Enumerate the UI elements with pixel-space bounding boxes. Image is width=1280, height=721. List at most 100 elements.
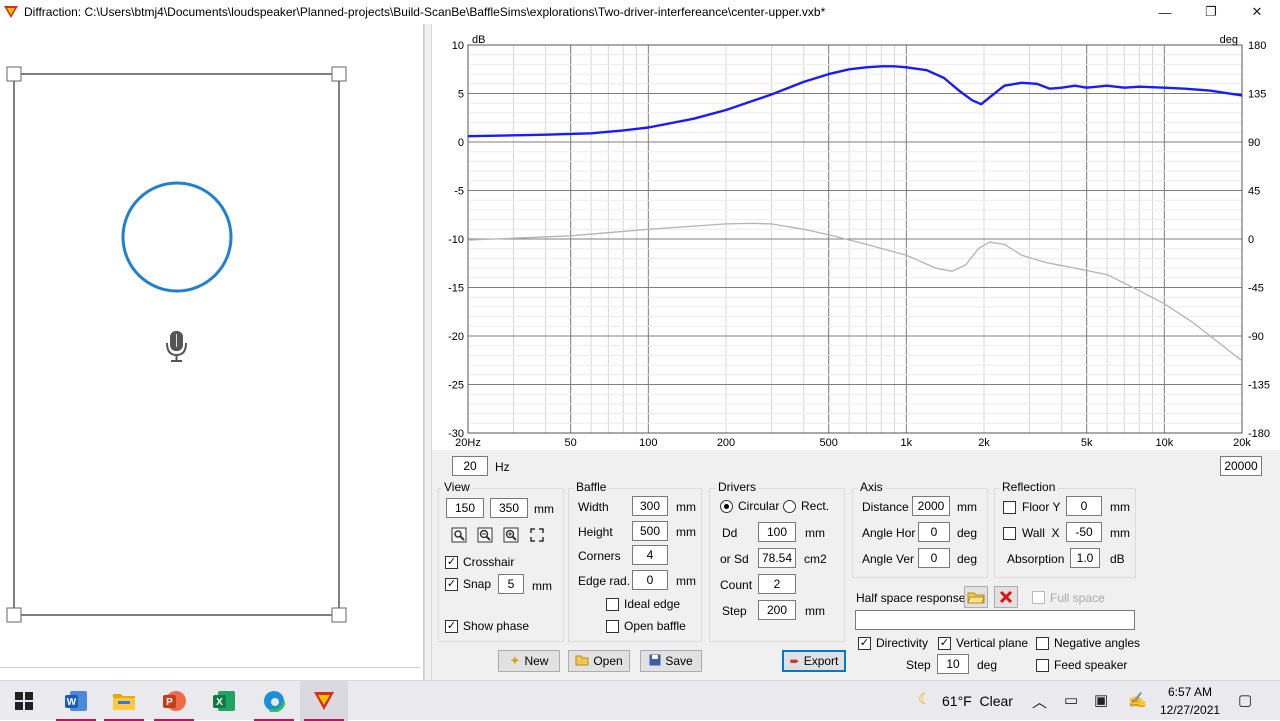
y-tick-label: -5 — [454, 186, 464, 198]
taskbar-edge[interactable] — [250, 681, 298, 721]
distance-unit: mm — [957, 500, 977, 514]
close-button[interactable]: ✕ — [1234, 0, 1280, 24]
driver-step-input[interactable]: 200 — [758, 600, 796, 620]
volume-icon[interactable]: ▣ — [1094, 691, 1108, 709]
taskbar-powerpoint[interactable]: P — [150, 681, 198, 721]
crosshair-checkbox[interactable]: ✓ — [445, 556, 458, 569]
baffle-handle-bottom-right[interactable] — [331, 607, 347, 623]
new-button[interactable]: ✦ New — [498, 650, 560, 672]
phase-tick-label: -45 — [1248, 283, 1264, 295]
view-width-input[interactable]: 150 — [446, 498, 484, 518]
pen-icon[interactable]: ✍ — [1128, 691, 1147, 709]
ideal-edge-checkbox[interactable] — [606, 598, 619, 611]
open-button[interactable]: Open — [568, 650, 630, 672]
save-button[interactable]: Save — [640, 650, 702, 672]
angle-hor-label: Angle Hor — [862, 526, 916, 540]
angle-ver-unit: deg — [957, 552, 978, 566]
dd-unit: mm — [805, 526, 825, 540]
baffle-width-input[interactable]: 300 — [632, 496, 668, 516]
zoom-in-icon[interactable] — [502, 526, 520, 544]
y-tick-label: 5 — [458, 89, 464, 101]
zoom-fit-all-icon[interactable] — [528, 526, 546, 544]
dd-input[interactable]: 100 — [758, 522, 796, 542]
baffle-height-input[interactable]: 500 — [632, 521, 668, 541]
rect-label: Rect. — [801, 499, 830, 513]
app-logo-icon — [4, 6, 18, 18]
microphone-icon[interactable] — [166, 331, 187, 362]
sd-input[interactable]: 78.54 — [758, 548, 796, 568]
phase-curve — [467, 222, 1243, 362]
full-space-checkbox — [1032, 591, 1045, 604]
negative-angles-checkbox[interactable] — [1036, 637, 1049, 650]
reflection-group-title: Reflection — [1000, 480, 1058, 494]
chevron-up-icon[interactable]: ︿ — [1032, 691, 1047, 712]
word-icon: W — [65, 691, 87, 711]
taskbar-excel[interactable]: X — [200, 681, 248, 721]
baffle-editor-canvas[interactable] — [0, 24, 424, 680]
view-group-title: View — [442, 480, 472, 494]
x-tick-label: 50 — [565, 437, 577, 449]
show-phase-checkbox[interactable]: ✓ — [445, 620, 458, 633]
notification-icon[interactable]: ▢ — [1238, 691, 1252, 709]
weather-icon[interactable]: ☾ — [918, 690, 931, 708]
maximize-button[interactable]: ❐ — [1188, 0, 1234, 24]
absorption-unit: dB — [1110, 552, 1125, 566]
view-height-input[interactable]: 350 — [490, 498, 528, 518]
directivity-step-label: Step — [906, 658, 931, 672]
absorption-input[interactable]: 1.0 — [1070, 548, 1100, 568]
frequency-response-graph[interactable]: 1050-5-10-15-20-25-3018013590450-45-90-1… — [432, 24, 1280, 450]
vertical-plane-checkbox[interactable]: ✓ — [938, 637, 951, 650]
edge-rad-input[interactable]: 0 — [632, 570, 668, 590]
zoom-out-icon[interactable] — [476, 526, 494, 544]
feed-speaker-checkbox[interactable] — [1036, 659, 1049, 672]
wall-label: Wall X — [1022, 526, 1060, 540]
clock-time[interactable]: 6:57 AM — [1168, 685, 1212, 699]
distance-input[interactable]: 2000 — [912, 496, 950, 516]
edge-browser-icon — [263, 690, 285, 712]
weather-text[interactable]: 61°F Clear — [942, 693, 1013, 709]
directivity-step-input[interactable]: 10 — [937, 654, 969, 674]
circular-radio[interactable] — [720, 500, 733, 513]
start-button[interactable] — [0, 681, 48, 721]
y-axis-unit-label: dB — [472, 34, 485, 46]
clock-date[interactable]: 12/27/2021 — [1160, 703, 1220, 717]
angle-hor-input[interactable]: 0 — [918, 522, 950, 542]
network-icon[interactable]: ▭ — [1064, 691, 1078, 709]
directivity-checkbox[interactable]: ✓ — [858, 637, 871, 650]
distance-label: Distance — [862, 500, 909, 514]
half-space-file-input[interactable] — [855, 610, 1135, 630]
snap-input[interactable]: 5 — [498, 574, 524, 594]
angle-ver-input[interactable]: 0 — [918, 548, 950, 568]
floor-input[interactable]: 0 — [1066, 496, 1102, 516]
freq-max-input[interactable]: 20000 — [1220, 456, 1262, 476]
wall-unit: mm — [1110, 526, 1130, 540]
splitter-handle[interactable] — [424, 24, 432, 680]
zoom-fit-width-icon[interactable] — [450, 526, 468, 544]
edge-rad-unit: mm — [676, 574, 696, 588]
taskbar-word[interactable]: W — [52, 681, 100, 721]
driver-circle[interactable] — [121, 181, 233, 293]
baffle-handle-top-right[interactable] — [331, 66, 347, 82]
axis-group-title: Axis — [858, 480, 885, 494]
taskbar-file-explorer[interactable] — [100, 681, 148, 721]
baffle-handle-bottom-left[interactable] — [6, 607, 22, 623]
y-tick-label: -15 — [448, 283, 464, 295]
taskbar-diffraction-app[interactable] — [300, 681, 348, 721]
corners-input[interactable]: 4 — [632, 545, 668, 565]
export-button[interactable]: ➨ Export — [782, 650, 846, 672]
delete-icon[interactable] — [994, 586, 1018, 608]
rect-radio[interactable] — [783, 500, 796, 513]
open-folder-icon[interactable] — [964, 586, 988, 608]
minimize-button[interactable]: — — [1142, 0, 1188, 24]
snap-checkbox[interactable]: ✓ — [445, 578, 458, 591]
count-input[interactable]: 2 — [758, 574, 796, 594]
wall-checkbox[interactable] — [1003, 527, 1016, 540]
floor-checkbox[interactable] — [1003, 501, 1016, 514]
x-tick-label: 200 — [717, 437, 735, 449]
freq-min-input[interactable]: 20 — [452, 456, 488, 476]
wall-input[interactable]: -50 — [1066, 522, 1102, 542]
right-pane: 10 5 0 -5 -10 -15 -20 -25 -30 180 135 90 45 0 -45 -90 -1… — [432, 24, 1280, 680]
open-baffle-checkbox[interactable] — [606, 620, 619, 633]
y-tick-label: 10 — [452, 40, 464, 52]
baffle-handle-top-left[interactable] — [6, 66, 22, 82]
